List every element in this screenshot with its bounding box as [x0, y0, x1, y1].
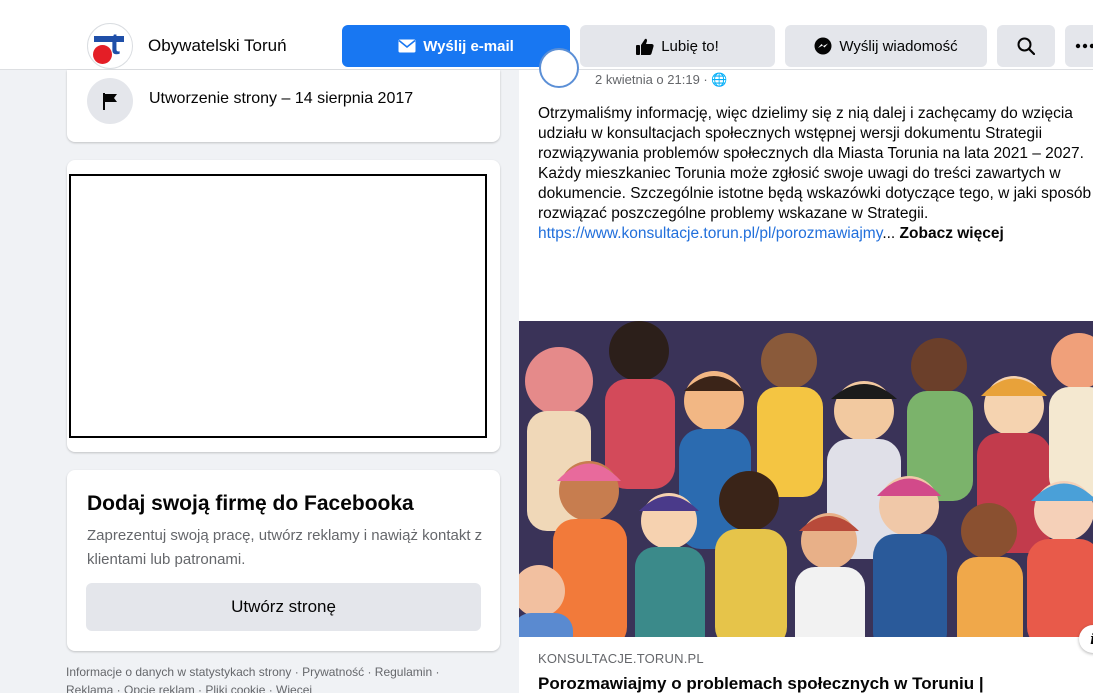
crowd-illustration — [519, 321, 1093, 637]
search-icon — [1017, 37, 1035, 55]
send-message-button[interactable]: Wyślij wiadomość — [785, 25, 987, 67]
logo-letter: t — [110, 28, 120, 61]
more-button[interactable] — [1065, 25, 1093, 67]
post-ellipsis: ... — [882, 225, 896, 242]
post-link-line: https://www.konsultacje.torun.pl/pl/poro… — [538, 224, 1093, 244]
post: 2 kwietnia o 21:19 · 🌐 Otrzymaliśmy info… — [519, 48, 1093, 693]
page-creation-date: Utworzenie strony – 14 sierpnia 2017 — [149, 90, 414, 107]
link-preview-domain: KONSULTACJE.TORUN.PL — [538, 651, 704, 666]
post-paragraph-text: Każdy mieszkaniec Torunia może zgłosić s… — [538, 165, 1092, 222]
like-page-button[interactable]: Lubię to! — [580, 25, 775, 67]
see-more-link[interactable]: Zobacz więcej — [900, 225, 1004, 242]
add-business-card: Dodaj swoją firmę do Facebooka Zaprezent… — [67, 470, 500, 651]
page-logo[interactable]: t — [87, 23, 133, 69]
search-button[interactable] — [997, 25, 1055, 67]
create-page-button[interactable]: Utwórz stronę — [86, 583, 481, 631]
add-business-title: Dodaj swoją firmę do Facebooka — [87, 492, 414, 515]
post-paragraph: Otrzymaliśmy informację, więc dzielimy s… — [538, 105, 1084, 162]
post-paragraph: Każdy mieszkaniec Torunia może zgłosić s… — [538, 164, 1093, 224]
send-message-label: Wyślij wiadomość — [839, 37, 958, 55]
post-link-image[interactable] — [519, 321, 1093, 637]
messenger-icon — [814, 37, 832, 55]
flag-icon — [87, 78, 133, 124]
envelope-icon — [398, 39, 416, 53]
add-business-description: Zaprezentuj swoją pracę, utwórz reklamy … — [87, 527, 483, 568]
page-creation-card: Utworzenie strony – 14 sierpnia 2017 — [67, 70, 500, 142]
link-preview-title[interactable]: Porozmawiajmy o problemach społecznych w… — [538, 674, 984, 693]
post-author-avatar[interactable] — [539, 48, 579, 88]
map-card — [67, 160, 500, 452]
thumbs-up-icon — [636, 38, 654, 55]
send-email-button[interactable]: Wyślij e-mail — [342, 25, 570, 67]
footer-links[interactable]: Informacje o danych w statystykach stron… — [66, 663, 486, 693]
more-icon — [1075, 43, 1093, 49]
post-body: Otrzymaliśmy informację, więc dzielimy s… — [538, 104, 1093, 244]
send-email-label: Wyślij e-mail — [423, 37, 514, 55]
map-placeholder[interactable] — [69, 174, 487, 438]
post-link[interactable]: https://www.konsultacje.torun.pl/pl/poro… — [538, 225, 882, 242]
like-label: Lubię to! — [661, 37, 719, 55]
page-title[interactable]: Obywatelski Toruń — [148, 36, 287, 56]
post-timestamp[interactable]: 2 kwietnia o 21:19 · 🌐 — [595, 72, 728, 88]
